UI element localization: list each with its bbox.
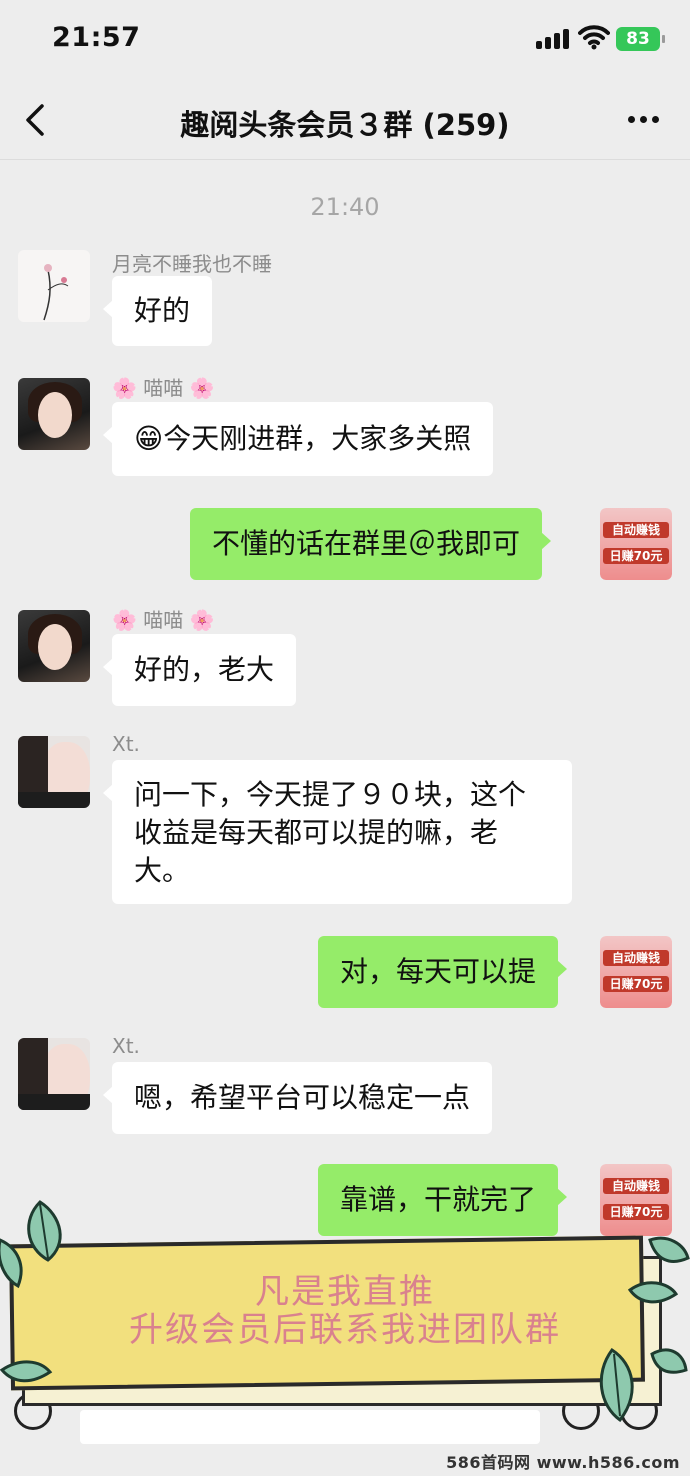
- message-timestamp: 21:40: [310, 193, 380, 221]
- sender-name: Xt.: [112, 732, 140, 756]
- sender-name: Xt.: [112, 1034, 140, 1058]
- message-bubble[interactable]: 对，每天可以提: [318, 936, 568, 1008]
- message-line: 收益是每天都可以提的嘛，老: [134, 816, 499, 849]
- avatar[interactable]: 自动赚钱 日赚70元: [600, 936, 672, 1008]
- avatar-ad-line2: 日赚70元: [603, 548, 669, 564]
- message-bubble[interactable]: 问一下，今天提了９０块，这个 收益是每天都可以提的嘛，老 大。: [103, 760, 572, 904]
- chat-header: 趣阅头条会员３群 (259): [0, 80, 690, 160]
- sender-name: 🌸 喵喵 🌸: [112, 376, 215, 400]
- message-line: 大。: [134, 854, 191, 887]
- avatar-ad-line1: 自动赚钱: [603, 950, 669, 966]
- status-bar: 21:57 83: [0, 0, 690, 80]
- more-options-icon[interactable]: [624, 102, 664, 136]
- message-bubble[interactable]: 嗯，希望平台可以稳定一点: [102, 1062, 493, 1134]
- back-icon[interactable]: [18, 100, 54, 140]
- banner-text-line2: 升级会员后联系我进团队群: [129, 1310, 561, 1350]
- message-bubble[interactable]: 好的: [102, 276, 213, 346]
- message-bubble[interactable]: 不懂的话在群里＠我即可: [190, 508, 552, 580]
- flower-sketch-avatar-icon: [18, 250, 90, 322]
- avatar[interactable]: [18, 610, 90, 682]
- wifi-icon: [578, 25, 610, 50]
- signal-icon: [536, 29, 572, 49]
- battery-icon: 83: [616, 27, 665, 51]
- sender-name: 🌸 喵喵 🌸: [112, 608, 215, 632]
- sender-name: 月亮不睡我也不睡: [112, 252, 272, 276]
- avatar-ad-line1: 自动赚钱: [603, 1178, 669, 1194]
- status-time: 21:57: [52, 22, 141, 53]
- self-avatar-ad: 自动赚钱 日赚70元: [600, 936, 672, 1008]
- battery-level: 83: [626, 29, 650, 49]
- message-line: 问一下，今天提了９０块，这个: [134, 778, 527, 811]
- avatar-ad-line1: 自动赚钱: [603, 522, 669, 538]
- avatar[interactable]: 自动赚钱 日赚70元: [600, 508, 672, 580]
- avatar[interactable]: [18, 1038, 90, 1110]
- avatar[interactable]: [18, 736, 90, 808]
- watermark: 586首码网 www.h586.com: [446, 1453, 680, 1472]
- message-bubble[interactable]: 好的，老大: [102, 634, 297, 706]
- avatar[interactable]: [18, 250, 90, 322]
- chat-title: 趣阅头条会员３群 (259): [180, 108, 510, 142]
- avatar-ad-line2: 日赚70元: [603, 976, 669, 992]
- avatar[interactable]: [18, 378, 90, 450]
- message-bubble[interactable]: 😁今天刚进群，大家多关照: [102, 402, 494, 476]
- self-avatar-ad: 自动赚钱 日赚70元: [600, 508, 672, 580]
